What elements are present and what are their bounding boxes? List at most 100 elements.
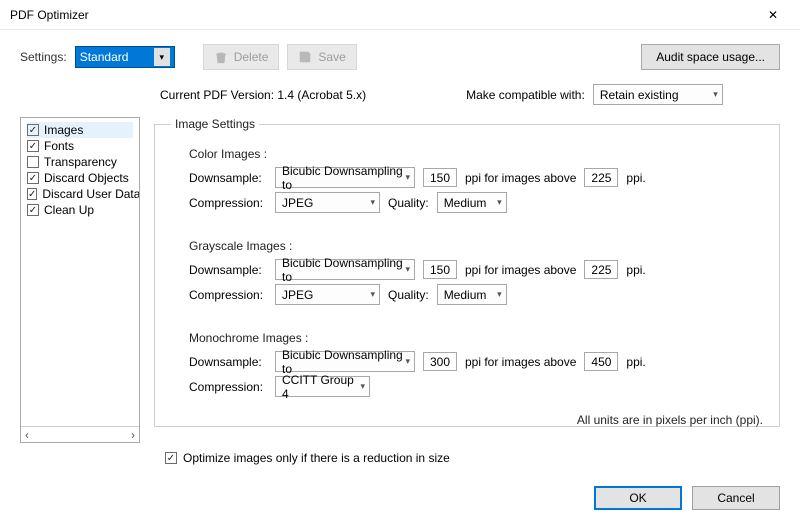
- ok-label: OK: [629, 491, 646, 505]
- chevron-down-icon: ▾: [360, 381, 365, 392]
- optimize-checkbox[interactable]: ✓: [165, 452, 177, 464]
- downsample-label: Downsample:: [189, 355, 267, 369]
- mono-downsample-select[interactable]: Bicubic Downsampling to▾: [275, 351, 415, 372]
- gray-heading: Grayscale Images :: [189, 239, 763, 253]
- scroll-right-icon: ›: [131, 428, 135, 442]
- audit-label: Audit space usage...: [656, 50, 765, 64]
- checkbox[interactable]: ✓: [27, 204, 39, 216]
- window-title: PDF Optimizer: [10, 8, 89, 22]
- above-label: ppi for images above: [465, 171, 576, 185]
- color-ppi-above-input[interactable]: 225: [584, 168, 618, 187]
- sidebar: ✓ Images ✓ Fonts Transparency ✓ Discard Object…: [20, 117, 140, 443]
- delete-label: Delete: [234, 50, 269, 64]
- chevron-down-icon: ▾: [370, 197, 375, 208]
- checkbox[interactable]: ✓: [27, 124, 39, 136]
- optimize-label: Optimize images only if there is a reduc…: [183, 451, 450, 465]
- ppi-suffix: ppi.: [626, 263, 645, 277]
- sidebar-item-label: Images: [44, 123, 83, 137]
- mono-heading: Monochrome Images :: [189, 331, 763, 345]
- gray-compression-select[interactable]: JPEG ▾: [275, 284, 380, 305]
- chevron-down-icon: ▾: [497, 197, 502, 208]
- scroll-left-icon: ‹: [25, 428, 29, 442]
- chevron-down-icon: ▾: [370, 289, 375, 300]
- above-label: ppi for images above: [465, 263, 576, 277]
- close-button[interactable]: ✕: [756, 0, 790, 30]
- close-icon: ✕: [768, 8, 778, 22]
- sidebar-item-label: Clean Up: [44, 203, 94, 217]
- info-row: Current PDF Version: 1.4 (Acrobat 5.x) M…: [0, 80, 800, 117]
- quality-label: Quality:: [388, 196, 429, 210]
- checkbox[interactable]: [27, 156, 39, 168]
- color-quality-select[interactable]: Medium ▾: [437, 192, 507, 213]
- chevron-down-icon: ▾: [405, 172, 410, 183]
- sidebar-item-transparency[interactable]: Transparency: [27, 154, 133, 170]
- image-settings-panel: Image Settings Color Images : Downsample…: [154, 117, 780, 427]
- select-value: Medium: [444, 288, 487, 302]
- settings-select[interactable]: Standard ▾: [75, 46, 175, 68]
- sidebar-item-images[interactable]: ✓ Images: [27, 122, 133, 138]
- sidebar-item-label: Fonts: [44, 139, 74, 153]
- select-value: Bicubic Downsampling to: [282, 164, 405, 192]
- sidebar-item-label: Discard Objects: [44, 171, 129, 185]
- compression-label: Compression:: [189, 196, 267, 210]
- chevron-down-icon: ▾: [154, 48, 170, 66]
- sidebar-item-clean-up[interactable]: ✓ Clean Up: [27, 202, 133, 218]
- compression-label: Compression:: [189, 380, 267, 394]
- select-value: JPEG: [282, 288, 313, 302]
- titlebar: PDF Optimizer ✕: [0, 0, 800, 30]
- compat-value: Retain existing: [600, 88, 679, 102]
- chevron-down-icon: ▾: [497, 289, 502, 300]
- panel-legend: Image Settings: [171, 117, 259, 131]
- compat-label: Make compatible with:: [466, 88, 585, 102]
- audit-button[interactable]: Audit space usage...: [641, 44, 780, 70]
- gray-ppi-input[interactable]: 150: [423, 260, 457, 279]
- gray-downsample-select[interactable]: Bicubic Downsampling to▾: [275, 259, 415, 280]
- quality-label: Quality:: [388, 288, 429, 302]
- save-button[interactable]: Save: [287, 44, 356, 70]
- select-value: Bicubic Downsampling to: [282, 348, 405, 376]
- sidebar-scrollbar[interactable]: ‹ ›: [21, 426, 139, 442]
- save-icon: [298, 50, 312, 64]
- mono-compression-select[interactable]: CCITT Group 4▾: [275, 376, 370, 397]
- cancel-button[interactable]: Cancel: [692, 486, 780, 510]
- gray-quality-select[interactable]: Medium ▾: [437, 284, 507, 305]
- mono-ppi-above-input[interactable]: 450: [584, 352, 618, 371]
- checkbox[interactable]: ✓: [27, 188, 37, 200]
- trash-icon: [214, 50, 228, 64]
- above-label: ppi for images above: [465, 355, 576, 369]
- color-downsample-select[interactable]: Bicubic Downsampling to▾: [275, 167, 415, 188]
- select-value: CCITT Group 4: [282, 373, 360, 401]
- chevron-down-icon: ▾: [405, 356, 410, 367]
- compat-select[interactable]: Retain existing ▾: [593, 84, 723, 105]
- color-heading: Color Images :: [189, 147, 763, 161]
- pdf-version: Current PDF Version: 1.4 (Acrobat 5.x): [160, 88, 366, 102]
- downsample-label: Downsample:: [189, 263, 267, 277]
- sidebar-item-discard-user-data[interactable]: ✓Discard User Data: [27, 186, 133, 202]
- cancel-label: Cancel: [717, 491, 754, 505]
- sidebar-item-discard-objects[interactable]: ✓ Discard Objects: [27, 170, 133, 186]
- delete-button[interactable]: Delete: [203, 44, 280, 70]
- select-value: Bicubic Downsampling to: [282, 256, 405, 284]
- chevron-down-icon: ▾: [405, 264, 410, 275]
- color-ppi-input[interactable]: 150: [423, 168, 457, 187]
- units-footnote: All units are in pixels per inch (ppi).: [171, 413, 763, 427]
- ppi-suffix: ppi.: [626, 171, 645, 185]
- save-label: Save: [318, 50, 345, 64]
- ok-button[interactable]: OK: [594, 486, 682, 510]
- color-compression-select[interactable]: JPEG ▾: [275, 192, 380, 213]
- sidebar-item-label: Transparency: [44, 155, 117, 169]
- sidebar-item-fonts[interactable]: ✓ Fonts: [27, 138, 133, 154]
- compression-label: Compression:: [189, 288, 267, 302]
- ppi-suffix: ppi.: [626, 355, 645, 369]
- checkbox[interactable]: ✓: [27, 140, 39, 152]
- select-value: Medium: [444, 196, 487, 210]
- toolbar: Settings: Standard ▾ Delete Save Audit s…: [0, 30, 800, 80]
- sidebar-item-label: Discard User Data: [42, 187, 139, 201]
- settings-label: Settings:: [20, 50, 67, 64]
- mono-ppi-input[interactable]: 300: [423, 352, 457, 371]
- downsample-label: Downsample:: [189, 171, 267, 185]
- chevron-down-icon: ▾: [713, 89, 718, 100]
- gray-ppi-above-input[interactable]: 225: [584, 260, 618, 279]
- checkbox[interactable]: ✓: [27, 172, 39, 184]
- select-value: JPEG: [282, 196, 313, 210]
